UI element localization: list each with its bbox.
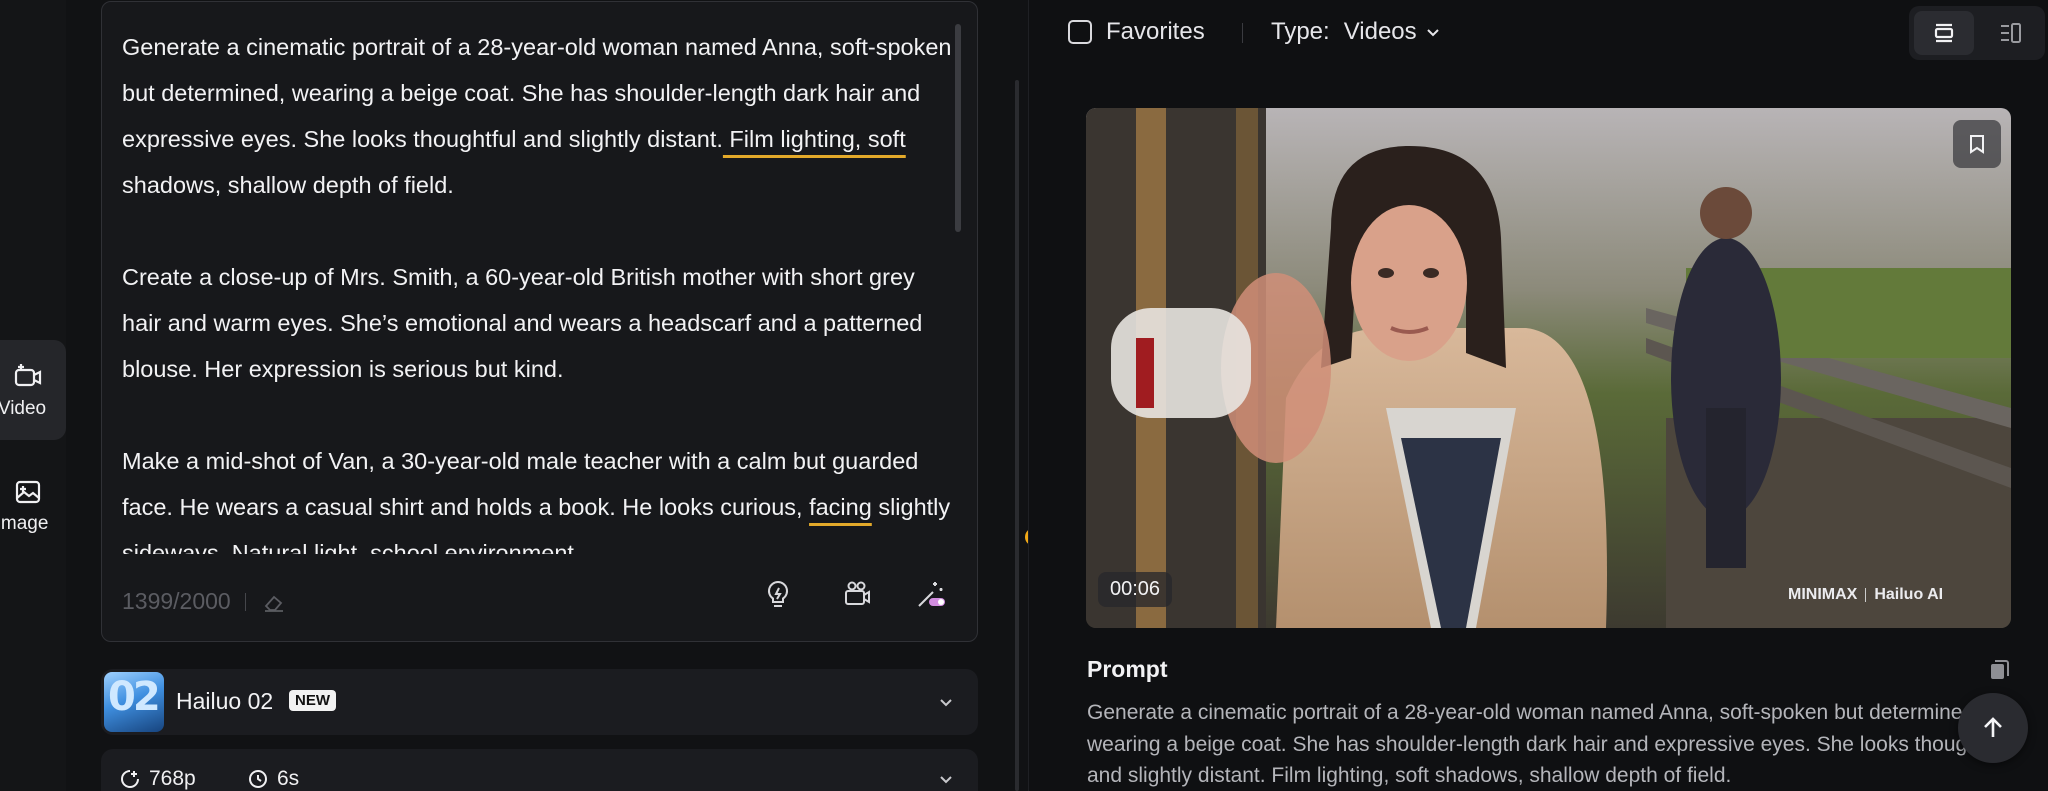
model-name: Hailuo 02 xyxy=(176,688,274,714)
left-rail: Video Image xyxy=(0,0,66,791)
video-frame-image xyxy=(1086,108,2011,628)
enhance-prompt-button[interactable] xyxy=(913,576,949,612)
divider xyxy=(244,592,246,611)
left-panel-scrollbar[interactable] xyxy=(1015,80,1019,791)
prompt-paragraph: Make a mid-shot of Van, a 30-year-old ma… xyxy=(122,438,952,554)
char-counter: 1399/2000 xyxy=(122,588,286,615)
rail-item-image[interactable]: Image xyxy=(0,455,66,555)
prompt-heading: Prompt xyxy=(1087,656,1168,682)
editor-scrollbar[interactable] xyxy=(955,24,961,232)
favorites-label: Favorites xyxy=(1106,18,1205,45)
prompt-text: Make a mid-shot of Van, a 30-year-old ma… xyxy=(122,448,919,520)
model-selector[interactable]: 02 Hailuo 02 NEW xyxy=(101,669,978,735)
eraser-icon[interactable] xyxy=(262,590,286,614)
duration-value: 6s xyxy=(277,767,300,790)
resolution-value: 768p xyxy=(149,767,196,790)
video-preview[interactable]: 00:06 MINIMAX Hailuo AI xyxy=(1086,108,2011,628)
spellcheck-highlight[interactable]: Film lighting, soft xyxy=(723,126,905,152)
prompt-paragraph: Create a close-up of Mrs. Smith, a 60-ye… xyxy=(122,254,952,392)
app-root: Video Image Generate a cinematic portrai… xyxy=(0,0,2048,791)
bookmark-icon xyxy=(1970,135,1984,154)
type-filter[interactable]: Type: Videos xyxy=(1271,18,1443,46)
generation-settings[interactable]: 768p 6s xyxy=(101,749,978,791)
movie-camera-icon xyxy=(845,581,870,605)
camera-movement-button[interactable] xyxy=(839,576,875,612)
type-label: Type: xyxy=(1271,18,1330,45)
prompt-text: Create a close-up of Mrs. Smith, a 60-ye… xyxy=(122,264,923,382)
chevron-down-icon xyxy=(940,776,952,784)
image-add-icon xyxy=(15,480,41,504)
prompt-editor[interactable]: Generate a cinematic portrait of a 28-ye… xyxy=(101,1,1043,642)
prompt-text: shadows, shallow depth of field. xyxy=(122,172,454,198)
resolution-icon xyxy=(121,770,139,788)
inspiration-button[interactable] xyxy=(760,576,796,612)
duration-setting[interactable]: 6s xyxy=(247,767,299,791)
copy-icon[interactable] xyxy=(1987,658,2011,682)
grid-view-button[interactable] xyxy=(1980,11,2040,55)
chevron-down-icon xyxy=(940,699,952,707)
hailuo-logo-text: Hailuo AI xyxy=(1874,586,1944,603)
video-duration: 00:06 xyxy=(1098,572,1173,607)
prompt-paragraph: Generate a cinematic portrait of a 28-ye… xyxy=(122,24,952,208)
bookmark-button[interactable] xyxy=(1953,120,2001,168)
prompt-textarea[interactable]: Generate a cinematic portrait of a 28-ye… xyxy=(122,24,952,554)
list-view-icon xyxy=(1934,23,1954,43)
new-badge: NEW xyxy=(289,690,336,711)
divider xyxy=(1242,23,1243,43)
rail-item-video[interactable]: Video xyxy=(0,340,66,440)
prompt-text: Generate a cinematic portrait of a 28-ye… xyxy=(1087,701,2007,787)
spellcheck-highlight[interactable]: facing xyxy=(809,494,872,520)
minimax-logo-text: MINIMAX xyxy=(1788,586,1858,603)
clock-icon xyxy=(249,770,267,788)
lightbulb-icon xyxy=(767,580,789,607)
view-mode-toggle xyxy=(1909,6,2045,60)
rail-item-label: Image xyxy=(0,513,49,534)
chevron-down-icon xyxy=(1426,29,1439,37)
resolution-setting[interactable]: 768p xyxy=(119,767,196,791)
favorites-checkbox[interactable] xyxy=(1068,20,1092,44)
arrow-up-icon xyxy=(1984,717,2002,737)
magic-wand-icon xyxy=(918,582,945,607)
list-view-button[interactable] xyxy=(1914,11,1974,55)
type-value: Videos xyxy=(1343,18,1417,45)
model-thumb-text: 02 xyxy=(108,674,161,720)
results-panel: Favorites Type: Videos 00:06 MINIMAX Hai… xyxy=(1028,0,2048,791)
rail-item-label: Video xyxy=(0,398,47,419)
scroll-to-top-button[interactable] xyxy=(1958,693,2028,763)
char-count-text: 1399/2000 xyxy=(122,588,231,614)
video-watermark: MINIMAX Hailuo AI xyxy=(1788,586,1943,604)
video-add-icon xyxy=(14,364,42,387)
side-panel-view-icon xyxy=(2001,23,2021,43)
model-thumbnail: 02 xyxy=(104,672,164,732)
divider xyxy=(1865,588,1867,602)
favorites-filter[interactable]: Favorites xyxy=(1068,18,1205,46)
